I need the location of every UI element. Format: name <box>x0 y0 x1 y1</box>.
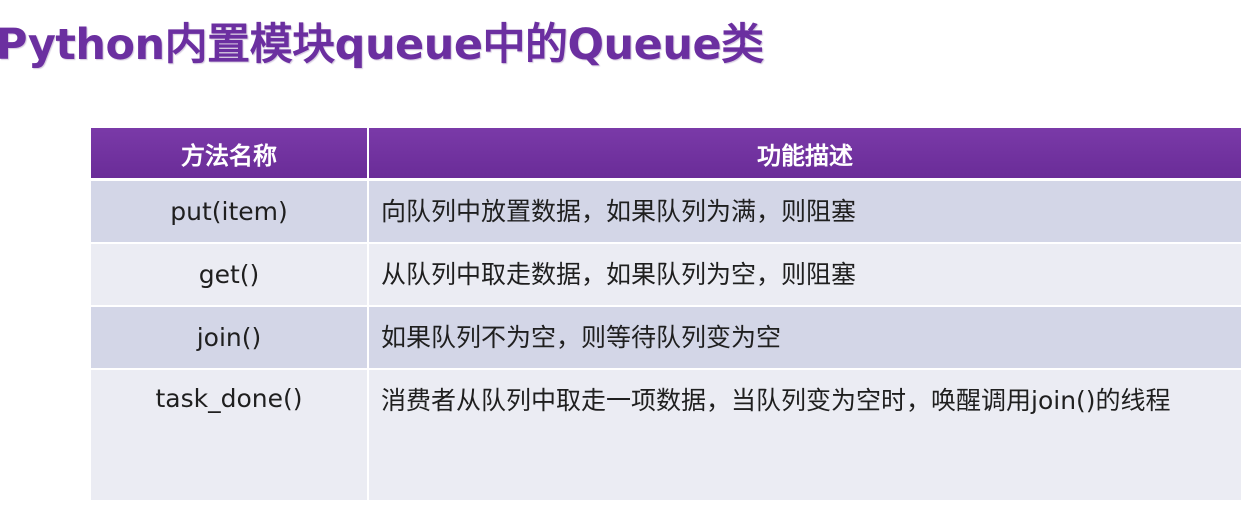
method-cell: get() <box>91 243 369 307</box>
column-header-description: 功能描述 <box>368 128 1241 181</box>
method-cell: task_done() <box>91 369 369 502</box>
description-cell: 如果队列不为空，则等待队列变为空 <box>368 306 1241 370</box>
table-row: task_done() 消费者从队列中取走一项数据，当队列变为空时，唤醒调用jo… <box>91 369 1241 502</box>
table-row: get() 从队列中取走数据，如果队列为空，则阻塞 <box>91 243 1241 307</box>
table-row: put(item) 向队列中放置数据，如果队列为满，则阻塞 <box>91 179 1241 244</box>
slide: Python内置模块queue中的Queue类 方法名称 功能描述 put(it… <box>0 0 1260 515</box>
slide-title: Python内置模块queue中的Queue类 <box>0 20 764 70</box>
table-row: join() 如果队列不为空，则等待队列变为空 <box>91 306 1241 370</box>
table-header-row: 方法名称 功能描述 <box>91 128 1241 181</box>
column-header-method-name: 方法名称 <box>91 128 369 181</box>
method-cell: join() <box>91 306 369 370</box>
description-cell: 消费者从队列中取走一项数据，当队列变为空时，唤醒调用join()的线程 <box>368 369 1241 502</box>
method-cell: put(item) <box>91 179 369 244</box>
description-cell: 向队列中放置数据，如果队列为满，则阻塞 <box>368 179 1241 244</box>
methods-table: 方法名称 功能描述 put(item) 向队列中放置数据，如果队列为满，则阻塞 … <box>91 128 1241 502</box>
description-cell: 从队列中取走数据，如果队列为空，则阻塞 <box>368 243 1241 307</box>
